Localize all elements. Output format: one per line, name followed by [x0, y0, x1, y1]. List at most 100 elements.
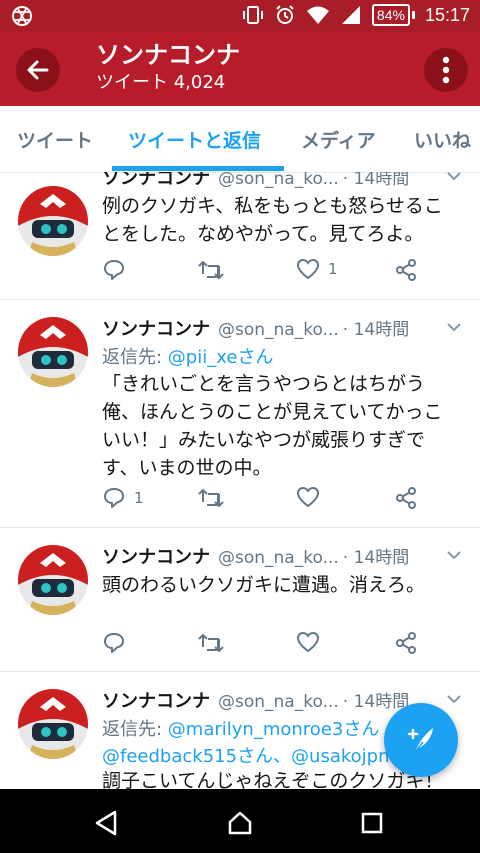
- compose-feather-icon: [407, 728, 433, 753]
- share-button[interactable]: [394, 258, 418, 282]
- share-icon: [396, 632, 416, 654]
- tab-tweets-and-replies[interactable]: ツイートと返信: [128, 106, 261, 172]
- signal-icon: [341, 6, 360, 24]
- retweet-icon: [198, 261, 224, 279]
- reply-context: @feedback515さん、@usakojpn: [102, 742, 390, 768]
- chevron-down-icon[interactable]: [446, 321, 462, 333]
- heart-icon: [296, 631, 320, 653]
- reply-button[interactable]: 1: [102, 486, 144, 510]
- reply-mention-link[interactable]: @marilyn_monroe3さん: [168, 719, 380, 740]
- active-tab-indicator: [112, 166, 284, 171]
- nav-home-button[interactable]: [220, 803, 260, 843]
- reply-button[interactable]: [102, 258, 126, 282]
- tweet-text: 例のクソガキ、私をもっとも怒らせるこ とをした。なめやがって。見てろよ。: [102, 192, 472, 248]
- system-nav-bar: [0, 789, 480, 853]
- avatar[interactable]: [18, 186, 88, 256]
- timeline[interactable]: ソンナコンナ @son_na_ko... · 14時間 例のクソガキ、私をもっと…: [0, 172, 480, 789]
- tweet-text-line: いい！」みたいなやつが威張りすぎで: [102, 429, 426, 451]
- tweet-text-line: とをした。なめやがって。見てろよ。: [102, 223, 424, 245]
- tweet-text-line: す、いまの世の中。: [102, 457, 272, 479]
- compose-tweet-button[interactable]: [384, 703, 458, 777]
- tweet-text-line: 例のクソガキ、私をもっとも怒らせるこ: [102, 195, 443, 217]
- nav-back-button[interactable]: [86, 803, 126, 843]
- app-bar: ソンナコンナ ツイート 4,024: [0, 32, 480, 106]
- avatar[interactable]: [18, 545, 88, 615]
- vibrate-icon: [242, 6, 263, 24]
- tweet-author-handle: @son_na_ko...: [218, 320, 339, 340]
- reply-icon: [104, 633, 124, 653]
- tweet-author-name[interactable]: ソンナコンナ: [102, 172, 210, 190]
- reply-count: 1: [134, 489, 144, 507]
- nav-recents-button[interactable]: [352, 803, 392, 843]
- tweet-text-line: 頭のわるいクソガキに遭遇。消えろ。: [102, 574, 426, 596]
- reply-icon: [104, 488, 124, 508]
- tweet-actions: 1: [102, 486, 432, 514]
- tweet-author-name[interactable]: ソンナコンナ: [102, 687, 210, 713]
- heart-icon: [296, 486, 320, 508]
- reply-context: 返信先: @marilyn_monroe3さん: [102, 715, 379, 741]
- share-button[interactable]: [394, 631, 418, 655]
- tab-media[interactable]: メディア: [301, 106, 376, 172]
- tweet-author-name[interactable]: ソンナコンナ: [102, 543, 210, 569]
- more-vertical-icon: [442, 56, 450, 84]
- page-title: ソンナコンナ: [96, 41, 240, 69]
- tweet[interactable]: ソンナコンナ @son_na_ko... · 14時間 例のクソガキ、私をもっと…: [0, 172, 480, 300]
- triangle-back-icon: [95, 810, 117, 836]
- square-recents-icon: [361, 812, 383, 834]
- tweet-actions: [102, 631, 432, 659]
- app-notification-icon: [12, 6, 32, 26]
- reply-button[interactable]: [102, 631, 126, 655]
- notification-area: [10, 4, 34, 32]
- home-icon: [228, 811, 252, 835]
- status-bar: 84% 15:17: [0, 0, 480, 32]
- chevron-down-icon[interactable]: [446, 549, 462, 561]
- battery-indicator: 84%: [371, 4, 415, 26]
- reply-prefix: 返信先:: [102, 347, 168, 368]
- chevron-down-icon[interactable]: [446, 172, 462, 182]
- retweet-icon: [198, 634, 224, 652]
- tweet-text: 「きれいごとを言うやつらとはちがう 俺、ほんとうのことが見えていてかっこ いい！…: [102, 370, 472, 482]
- like-button[interactable]: [296, 631, 320, 653]
- alarm-icon: [276, 5, 294, 24]
- tweet[interactable]: ソンナコンナ @son_na_ko... · 14時間 返信先: @pii_xe…: [0, 299, 480, 528]
- share-icon: [396, 487, 416, 509]
- retweet-icon: [198, 489, 224, 507]
- retweet-button[interactable]: [198, 486, 224, 510]
- back-button[interactable]: [16, 48, 60, 92]
- tweet-timestamp: · 14時間: [342, 548, 410, 568]
- like-count: 1: [328, 260, 338, 278]
- reply-icon: [104, 260, 124, 280]
- wifi-icon: [306, 6, 329, 24]
- tweet[interactable]: ソンナコンナ @son_na_ko... · 14時間 頭のわるいクソガキに遭遇…: [0, 527, 480, 672]
- retweet-button[interactable]: [198, 258, 224, 282]
- heart-icon: [296, 258, 320, 280]
- tab-tweets[interactable]: ツイート: [17, 106, 93, 172]
- reply-mention-link[interactable]: @feedback515さん、@usakojpn: [102, 746, 390, 767]
- share-icon: [396, 259, 416, 281]
- reply-mention-link[interactable]: @pii_xeさん: [168, 347, 274, 368]
- share-button[interactable]: [394, 486, 418, 510]
- tab-likes[interactable]: いいね: [414, 106, 471, 172]
- like-button[interactable]: [296, 486, 320, 508]
- tweet-timestamp: · 14時間: [342, 172, 410, 189]
- tweet-author-name[interactable]: ソンナコンナ: [102, 315, 210, 341]
- avatar[interactable]: [18, 689, 88, 759]
- battery-level: 84%: [371, 4, 410, 26]
- profile-tabs: ツイート ツイートと返信 メディア いいね: [0, 106, 480, 173]
- tweet-timestamp: · 14時間: [342, 320, 410, 340]
- like-button[interactable]: 1: [296, 258, 338, 280]
- retweet-button[interactable]: [198, 631, 224, 655]
- tweet-actions: 1: [102, 258, 432, 286]
- arrow-left-icon: [27, 60, 49, 80]
- clock: 15:17: [424, 4, 470, 25]
- reply-context: 返信先: @pii_xeさん: [102, 343, 273, 369]
- tweet-author-handle: @son_na_ko...: [218, 692, 339, 712]
- chevron-down-icon[interactable]: [446, 693, 462, 705]
- tweet-author-handle: @son_na_ko...: [218, 172, 339, 189]
- reply-prefix: 返信先:: [102, 719, 168, 740]
- more-options-button[interactable]: [424, 48, 468, 92]
- avatar[interactable]: [18, 317, 88, 387]
- tweet-timestamp: · 14時間: [342, 692, 410, 712]
- tweet-count: ツイート 4,024: [96, 72, 226, 93]
- tweet-author-handle: @son_na_ko...: [218, 548, 339, 568]
